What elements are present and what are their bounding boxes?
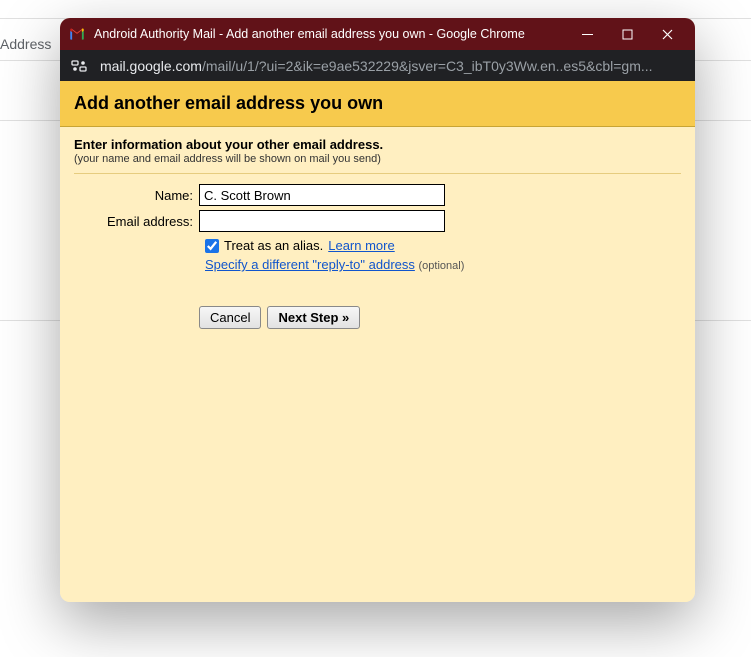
page-title: Add another email address you own	[74, 93, 681, 114]
reply-to-link[interactable]: Specify a different "reply-to" address	[205, 257, 415, 272]
minimize-button[interactable]	[567, 20, 607, 48]
url-display[interactable]: mail.google.com/mail/u/1/?ui=2&ik=e9ae53…	[100, 58, 685, 74]
close-button[interactable]	[647, 20, 687, 48]
intro-main: Enter information about your other email…	[74, 137, 681, 152]
page-header: Add another email address you own	[60, 81, 695, 127]
background-label: Address	[0, 32, 51, 56]
chrome-popup-window: Android Authority Mail - Add another ema…	[60, 18, 695, 602]
learn-more-link[interactable]: Learn more	[328, 238, 394, 253]
site-settings-icon[interactable]	[70, 57, 88, 75]
name-label: Name:	[74, 188, 199, 203]
intro-block: Enter information about your other email…	[74, 137, 681, 174]
address-bar: mail.google.com/mail/u/1/?ui=2&ik=e9ae53…	[60, 50, 695, 81]
name-input[interactable]	[199, 184, 445, 206]
gmail-icon	[68, 25, 86, 43]
optional-label: (optional)	[419, 260, 465, 272]
email-input[interactable]	[199, 210, 445, 232]
window-title: Android Authority Mail - Add another ema…	[94, 27, 567, 41]
next-step-button[interactable]: Next Step »	[267, 306, 360, 329]
url-path: /mail/u/1/?ui=2&ik=e9ae532229&jsver=C3_i…	[202, 58, 653, 74]
maximize-button[interactable]	[607, 20, 647, 48]
cancel-button[interactable]: Cancel	[199, 306, 261, 329]
page-content: Enter information about your other email…	[60, 127, 695, 602]
email-label: Email address:	[74, 214, 199, 229]
intro-sub: (your name and email address will be sho…	[74, 153, 681, 165]
alias-label: Treat as an alias.	[224, 238, 323, 253]
url-domain: mail.google.com	[100, 58, 202, 74]
alias-checkbox[interactable]	[205, 239, 219, 253]
window-titlebar: Android Authority Mail - Add another ema…	[60, 18, 695, 50]
